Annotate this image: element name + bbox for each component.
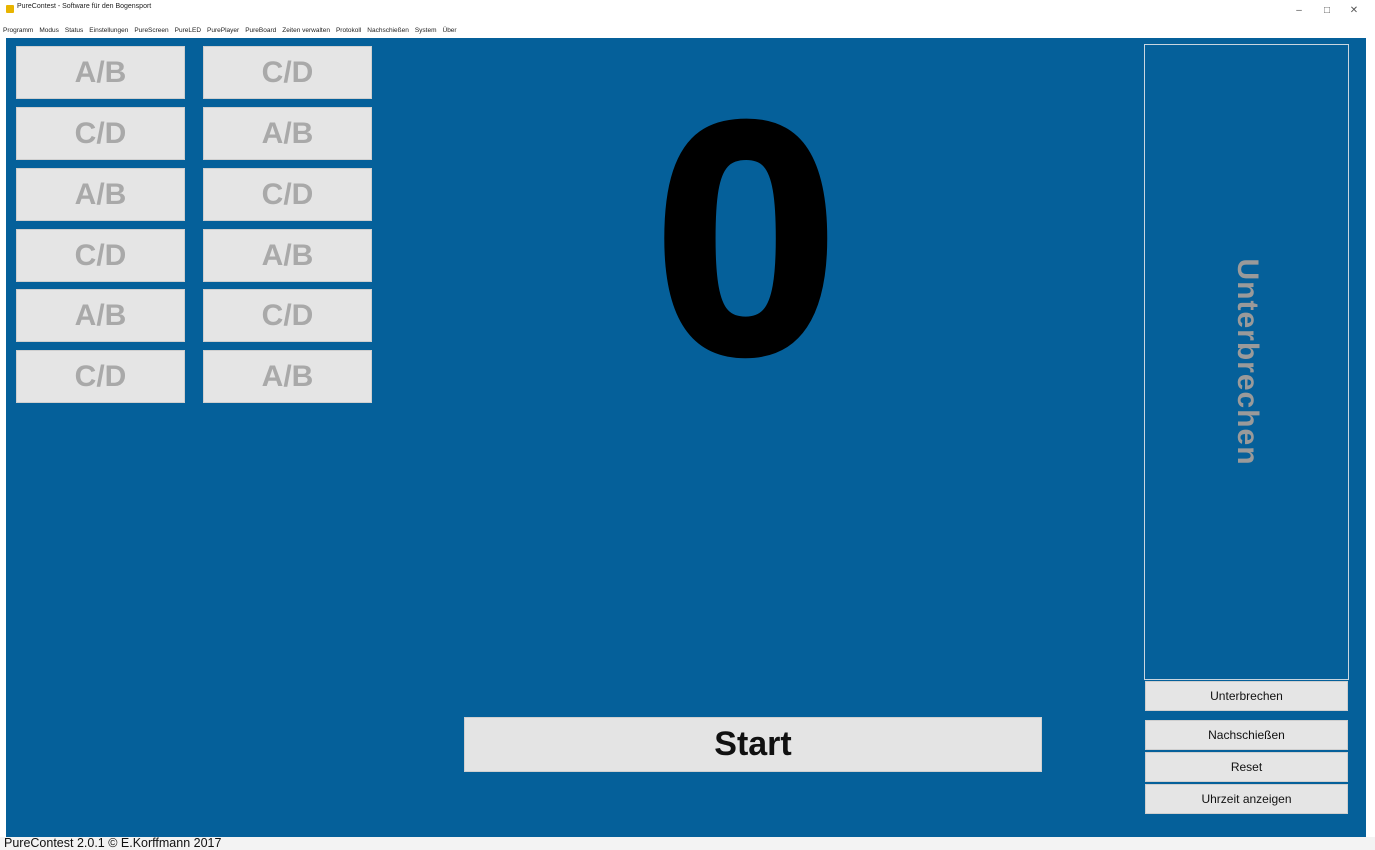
window-title: PureContest - Software für den Bogenspor… (17, 3, 152, 10)
group-button-left-2[interactable]: C/D (16, 107, 185, 160)
group-button-left-1[interactable]: A/B (16, 46, 185, 99)
menu-ueber[interactable]: Über (440, 27, 460, 34)
group-button-right-1[interactable]: C/D (203, 46, 372, 99)
menu-protokoll[interactable]: Protokoll (333, 27, 364, 34)
reshoot-button[interactable]: Nachschießen (1145, 720, 1348, 750)
close-button[interactable]: ✕ (1340, 4, 1368, 18)
maximize-button[interactable]: □ (1313, 4, 1341, 18)
pause-button[interactable]: Unterbrechen (1145, 681, 1348, 711)
title-bar: PureContest - Software für den Bogenspor… (0, 0, 1375, 22)
group-button-right-2[interactable]: A/B (203, 107, 372, 160)
reset-button[interactable]: Reset (1145, 752, 1348, 782)
minimize-button[interactable]: – (1285, 4, 1313, 18)
menu-nachschiessen[interactable]: Nachschießen (364, 27, 412, 34)
menu-modus[interactable]: Modus (36, 27, 62, 34)
show-time-button[interactable]: Uhrzeit anzeigen (1145, 784, 1348, 814)
menu-status[interactable]: Status (62, 27, 86, 34)
status-bar: PureContest 2.0.1 © E.Korffmann 2017 (0, 836, 1375, 850)
group-button-left-6[interactable]: C/D (16, 350, 185, 403)
pause-panel-label: Unterbrechen (1230, 258, 1264, 466)
app-icon (6, 5, 14, 13)
menu-pureled[interactable]: PureLED (172, 27, 204, 34)
countdown-display: 0 (651, 53, 841, 422)
menu-einstellungen[interactable]: Einstellungen (86, 27, 131, 34)
menu-programm[interactable]: Programm (0, 27, 36, 34)
group-button-right-3[interactable]: C/D (203, 168, 372, 221)
menu-pureplayer[interactable]: PurePlayer (204, 27, 242, 34)
main-panel: A/B C/D A/B C/D A/B C/D C/D A/B C/D A/B … (6, 38, 1366, 837)
start-button[interactable]: Start (464, 717, 1042, 772)
group-button-right-6[interactable]: A/B (203, 350, 372, 403)
status-text: PureContest 2.0.1 © E.Korffmann 2017 (4, 836, 222, 850)
menu-purescreen[interactable]: PureScreen (131, 27, 171, 34)
pause-panel-button[interactable]: Unterbrechen (1144, 44, 1349, 680)
group-button-left-3[interactable]: A/B (16, 168, 185, 221)
group-button-right-5[interactable]: C/D (203, 289, 372, 342)
menu-zeiten-verwalten[interactable]: Zeiten verwalten (279, 27, 333, 34)
menu-pureboard[interactable]: PureBoard (242, 27, 279, 34)
group-button-left-5[interactable]: A/B (16, 289, 185, 342)
group-button-right-4[interactable]: A/B (203, 229, 372, 282)
menu-system[interactable]: System (412, 27, 440, 34)
menu-bar: Programm Modus Status Einstellungen Pure… (0, 22, 1375, 38)
group-button-left-4[interactable]: C/D (16, 229, 185, 282)
